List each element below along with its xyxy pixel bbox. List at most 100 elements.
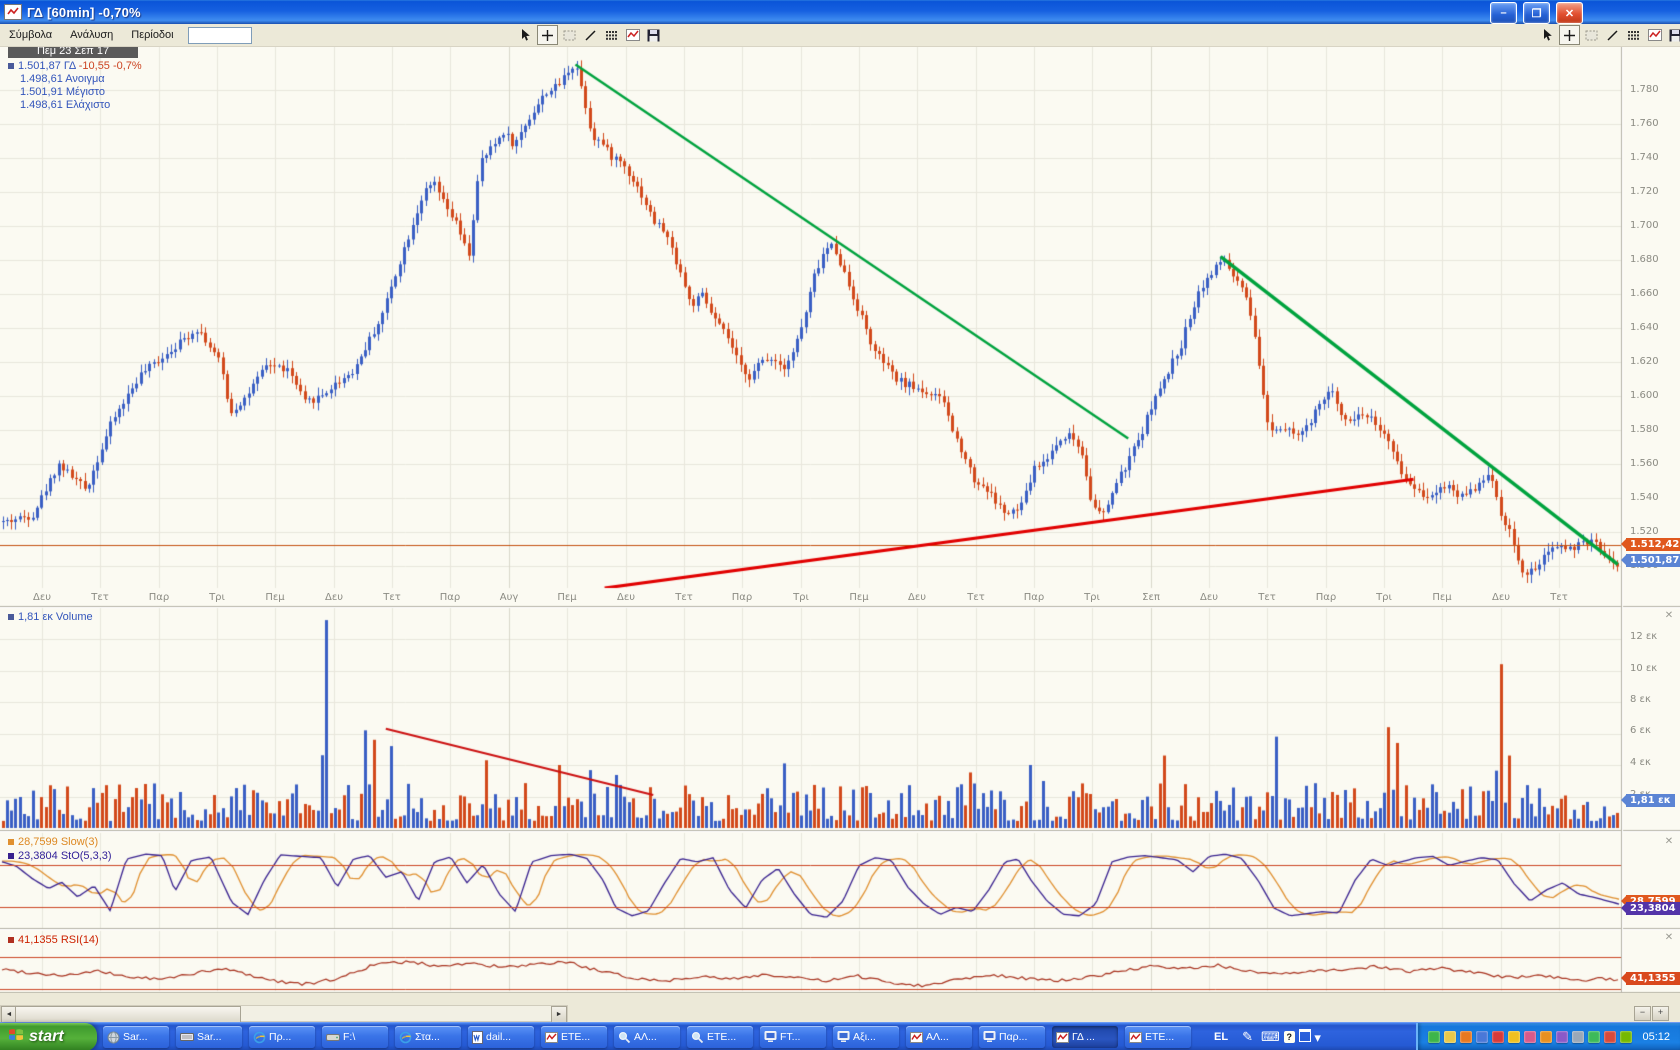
- crosshair-tool-icon[interactable]: [537, 25, 558, 45]
- monitor-icon: [837, 1031, 850, 1043]
- taskbar-button-Παρ[interactable]: Παρ...: [979, 1026, 1045, 1048]
- download-flag-tray-icon[interactable]: [1540, 1031, 1552, 1043]
- taskbar-button-label: ΑΛ...: [926, 1031, 949, 1043]
- rsi-pane-close-icon[interactable]: ✕: [1663, 932, 1675, 944]
- taskbar-button-Sar[interactable]: Sar...: [176, 1026, 242, 1048]
- scroll-right-button[interactable]: ►: [551, 1006, 567, 1023]
- weekday-tick: Αυγ: [500, 592, 519, 603]
- crosshair-tool-icon[interactable]: [1559, 25, 1580, 45]
- weekday-tick: Τετ: [383, 592, 401, 603]
- restore-button[interactable]: ❐: [1523, 2, 1550, 24]
- chart-tool-icon[interactable]: [1645, 26, 1664, 44]
- restore-toolbar-icon[interactable]: ▾: [1299, 1029, 1321, 1046]
- antivirus-shield-tray-icon[interactable]: [1428, 1031, 1440, 1043]
- save-tool-icon[interactable]: [1666, 26, 1680, 44]
- menu-periods[interactable]: Περίοδοι: [122, 26, 182, 44]
- taskbar-button-FT[interactable]: FT...: [760, 1026, 826, 1048]
- taskbar-button-label: Στα...: [415, 1031, 440, 1043]
- weekday-tick: Πεμ: [849, 592, 868, 603]
- weekday-tick: Τρι: [793, 592, 809, 603]
- trendline-tool-icon[interactable]: [1603, 26, 1622, 44]
- nvidia-tray-icon[interactable]: [1620, 1031, 1632, 1043]
- menu-analysis[interactable]: Ανάλυση: [61, 26, 122, 44]
- weekday-tick: Δευ: [33, 592, 51, 603]
- player-green-tray-icon[interactable]: [1588, 1031, 1600, 1043]
- legend-low: 1.498,61 Ελάχιστο: [8, 99, 142, 112]
- volume-tick: 4 εκ: [1630, 757, 1651, 768]
- select-box-tool-icon[interactable]: [1582, 26, 1601, 44]
- taskbar-button-ΕΤΕ[interactable]: ΕΤΕ...: [687, 1026, 753, 1048]
- taskbar-button-ΓΔ[interactable]: ΓΔ ...: [1052, 1026, 1118, 1048]
- taskbar-button-Αξι[interactable]: Αξι...: [833, 1026, 899, 1048]
- mail-notifier-tray-icon[interactable]: [1444, 1031, 1456, 1043]
- weekday-tick: Παρ: [1024, 592, 1044, 603]
- close-button[interactable]: ✕: [1556, 2, 1583, 24]
- chart-legend: Πεμ 23 Σεπ 17 1.501,87 ΓΔ -10,55 -0,7% 1…: [8, 45, 142, 112]
- trendline-tool-icon[interactable]: [581, 26, 600, 44]
- taskbar-button-ΕΤΕ[interactable]: ΕΤΕ...: [541, 1026, 607, 1048]
- pattern-tool-icon[interactable]: [602, 26, 621, 44]
- drive-icon: [326, 1032, 340, 1042]
- chart-icon: [1056, 1032, 1069, 1043]
- taskbar-button-dail[interactable]: dail...: [468, 1026, 534, 1048]
- stoch-slow-header: 28,7599 Slow(3): [8, 836, 98, 849]
- chart-tool-icon[interactable]: [623, 26, 642, 44]
- legend-change-value: -10,55 -0,7%: [79, 60, 142, 72]
- toolbar-right: [1537, 25, 1680, 45]
- chart-canvas[interactable]: [0, 0, 1680, 1050]
- keyboard-icon[interactable]: ⌨: [1261, 1029, 1280, 1045]
- pointer-tool-icon[interactable]: [516, 26, 535, 44]
- security-alert-tray-icon[interactable]: [1508, 1031, 1520, 1043]
- rsi-header: 41,1355 RSI(14): [8, 934, 99, 947]
- horizontal-scrollbar[interactable]: ◄ ►: [0, 1005, 568, 1022]
- pattern-tool-icon[interactable]: [1624, 26, 1643, 44]
- network-error-tray-icon[interactable]: [1492, 1031, 1504, 1043]
- taskbar-button-ΕΤΕ[interactable]: ΕΤΕ...: [1125, 1026, 1191, 1048]
- select-box-tool-icon[interactable]: [560, 26, 579, 44]
- volume-tick: 10 εκ: [1630, 663, 1657, 674]
- weekday-tick: Σεπ: [1142, 592, 1160, 603]
- weekday-tick: Παρ: [440, 592, 460, 603]
- taskbar-button-Sar[interactable]: Sar...: [103, 1026, 169, 1048]
- mail-tray-icon[interactable]: [1524, 1031, 1536, 1043]
- volume-pane-close-icon[interactable]: ✕: [1663, 610, 1675, 622]
- minimize-button[interactable]: –: [1490, 2, 1517, 24]
- volume-tray-icon[interactable]: [1572, 1031, 1584, 1043]
- recorder-tray-icon[interactable]: [1604, 1031, 1616, 1043]
- scrollbar-row: ◄ ► − +: [0, 1005, 1680, 1022]
- language-indicator[interactable]: EL: [1214, 1031, 1228, 1043]
- rsi-callout: 41,1355: [1626, 972, 1680, 985]
- stoch-pane-close-icon[interactable]: ✕: [1663, 836, 1675, 848]
- scrollbar-thumb[interactable]: [15, 1006, 241, 1023]
- symbol-input[interactable]: [188, 27, 252, 44]
- taskbar-button-label: Πρ...: [269, 1031, 291, 1043]
- magnifier-icon: [691, 1031, 704, 1044]
- pointer-tool-icon[interactable]: [1538, 26, 1557, 44]
- messenger-tray-icon[interactable]: [1476, 1031, 1488, 1043]
- price-tick: 1.560: [1630, 458, 1659, 469]
- weekday-tick: Πεμ: [557, 592, 576, 603]
- taskbar-button-label: Αξι...: [853, 1031, 876, 1043]
- media-tray-icon[interactable]: [1556, 1031, 1568, 1043]
- taskbar-button-Στα[interactable]: eΣτα...: [395, 1026, 461, 1048]
- volume-callout: 1,81 εκ: [1626, 794, 1675, 807]
- zoom-in-button[interactable]: +: [1652, 1006, 1669, 1021]
- chart-icon: [545, 1032, 558, 1043]
- pen-icon[interactable]: ✎: [1242, 1029, 1253, 1045]
- menu-symbols[interactable]: Σύμβολα: [0, 26, 61, 44]
- taskbar-button-F[interactable]: F:\: [322, 1026, 388, 1048]
- rsi-marker-icon: [8, 937, 14, 943]
- save-tool-icon[interactable]: [644, 26, 663, 44]
- legend-last-value: 1.501,87 ΓΔ: [18, 60, 76, 72]
- legend-high: 1.501,91 Μέγιστο: [8, 86, 142, 99]
- java-tray-icon[interactable]: [1460, 1031, 1472, 1043]
- taskbar-button-Πρ[interactable]: eΠρ...: [249, 1026, 315, 1048]
- start-button[interactable]: start: [0, 1023, 97, 1050]
- volume-tick: 6 εκ: [1630, 725, 1651, 736]
- help-icon[interactable]: ?: [1284, 1031, 1295, 1043]
- taskbar-button-ΑΛ[interactable]: ΑΛ...: [906, 1026, 972, 1048]
- taskbar-button-ΑΛ[interactable]: ΑΛ...: [614, 1026, 680, 1048]
- zoom-out-button[interactable]: −: [1634, 1006, 1651, 1021]
- toolbar-left: [515, 25, 664, 45]
- taskbar-clock[interactable]: 05:12: [1642, 1031, 1670, 1043]
